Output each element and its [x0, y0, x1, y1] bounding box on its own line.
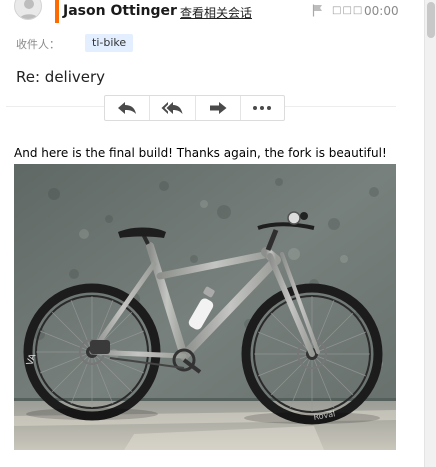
forward-button[interactable] — [196, 96, 241, 120]
recipient-label: 收件人： — [16, 38, 60, 51]
reply-button[interactable] — [105, 96, 150, 120]
sender-name[interactable]: Jason Ottinger — [63, 3, 177, 19]
attached-photo[interactable]: VA Roval — [14, 164, 396, 450]
avatar-person-icon — [19, 0, 39, 19]
scrollbar[interactable] — [424, 0, 436, 467]
message-body-text: And here is the final build! Thanks agai… — [14, 146, 387, 160]
message-subject: Re: delivery — [16, 68, 106, 86]
sender-avatar[interactable] — [14, 0, 42, 20]
more-icon — [253, 106, 272, 110]
reply-all-button[interactable] — [150, 96, 196, 120]
view-conversation-link[interactable]: 查看相关会话 — [180, 4, 252, 21]
forward-icon — [209, 102, 227, 114]
bike-photo-image: VA Roval — [14, 164, 396, 450]
message-toolbar — [104, 95, 285, 121]
message-status: □□□ — [332, 5, 364, 16]
flag-icon[interactable] — [312, 4, 324, 17]
recipient-tag[interactable]: ti-bike — [85, 34, 134, 52]
more-button[interactable] — [241, 96, 285, 120]
message-view: Jason Ottinger 查看相关会话 □□□ 00:00 收件人： ti-… — [0, 0, 424, 467]
scrollbar-thumb[interactable] — [427, 2, 435, 38]
reply-icon — [117, 102, 136, 114]
unread-accent-bar — [55, 0, 59, 23]
message-time: 00:00 — [364, 4, 399, 18]
reply-all-icon — [161, 102, 183, 114]
